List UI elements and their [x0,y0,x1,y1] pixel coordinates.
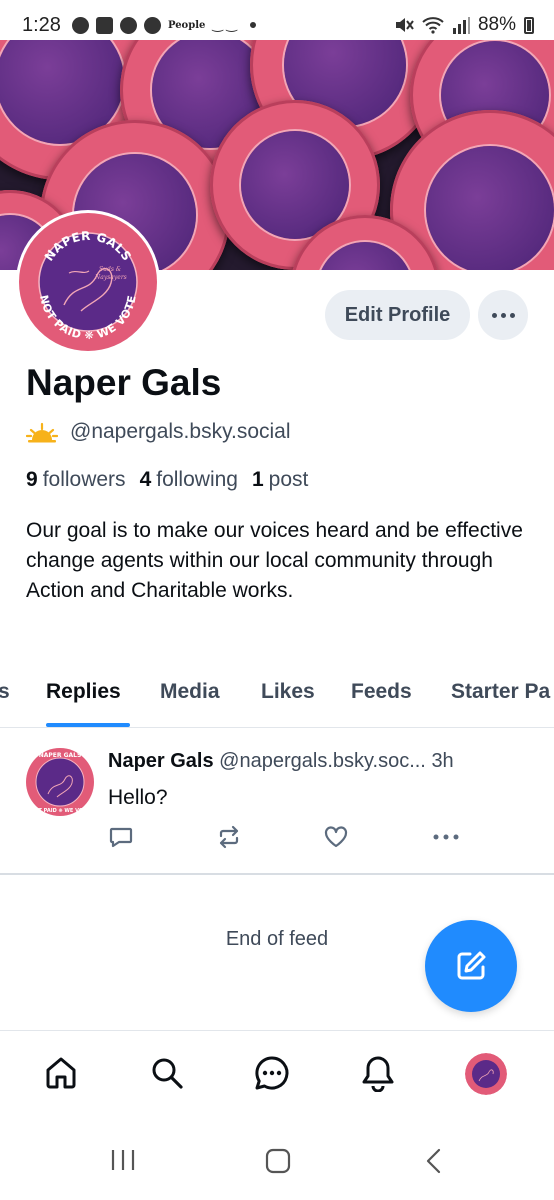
following-link[interactable]: 4 following [140,468,238,492]
feed-post[interactable]: NAPER GALS NOT PAID ❋ WE VOTE Naper Gals… [0,728,554,875]
people-app-label: People [167,19,206,31]
amazon-smile-icon: ‿ ‿ [212,17,237,32]
speech-bubble-icon [109,827,133,848]
home-system-button[interactable] [265,1148,291,1174]
repost-button[interactable] [216,824,242,850]
post-actions [0,824,554,854]
chevron-left-icon [426,1148,441,1174]
signal-icon [452,16,470,34]
naper-gals-badge-logo [465,1053,507,1095]
ellipsis-icon [491,312,497,318]
repost-arrows-icon [219,825,239,849]
wifi-icon [422,17,444,34]
ellipsis-icon [433,834,459,840]
message-notification-icon [71,16,89,34]
tab-likes[interactable]: Likes [261,680,315,704]
profile-handle: @napergals.bsky.social [70,420,291,443]
profile-avatar[interactable]: NAPER GALS NOT PAID ❋ WE VOTE Suds & Nay… [16,210,160,354]
nav-home[interactable] [41,1053,81,1093]
profile-handle-row: @napergals.bsky.social [26,420,291,444]
bell-icon [362,1056,394,1092]
post-author-avatar[interactable]: NAPER GALS NOT PAID ❋ WE VOTE [26,748,94,816]
messenger-notification-icon [119,16,137,34]
svg-text:NAPER GALS: NAPER GALS [39,752,82,759]
sunrise-icon [26,422,58,443]
edit-profile-button[interactable]: Edit Profile [325,290,470,340]
following-count: 4 [139,468,152,491]
post-text: Hello? [108,786,168,809]
posts-count: 1 [251,468,264,491]
chat-icon [255,1056,289,1090]
post-timestamp[interactable]: 3h [431,750,453,772]
naper-gals-badge-logo: NAPER GALS NOT PAID ❋ WE VOTE [26,748,94,816]
tab-replies[interactable]: Replies [46,680,121,704]
svg-text:NOT PAID ❋ WE VOTE: NOT PAID ❋ WE VOTE [30,808,90,814]
battery-icon [524,16,534,34]
nav-notifications[interactable] [358,1053,398,1093]
nav-chat[interactable] [252,1053,292,1093]
home-square-icon [265,1148,291,1174]
back-button[interactable] [424,1148,444,1174]
heart-icon [324,826,348,848]
status-time: 1:28 [22,13,61,36]
tab-feeds[interactable]: Feeds [351,680,412,704]
profile-display-name: Naper Gals [26,362,222,403]
tab-posts[interactable]: ts [0,680,10,704]
mute-icon [395,18,414,32]
post-author-handle[interactable]: @napergals.bsky.soc... [219,750,426,772]
reply-button[interactable] [108,824,134,850]
post-header: Naper Gals @napergals.bsky.soc... 3h [108,750,454,773]
recent-apps-button[interactable] [110,1148,136,1172]
search-icon [152,1058,183,1089]
compose-icon [457,951,486,980]
recent-apps-icon [111,1150,135,1170]
home-icon [46,1057,76,1089]
like-button[interactable] [323,824,349,850]
profile-tabs: ts Replies Media Likes Feeds Starter Pa [0,670,554,728]
posts-stat: 1 post [252,468,308,492]
followers-label: followers [42,468,126,491]
nav-profile-avatar[interactable] [465,1053,507,1095]
battery-percent: 88% [477,14,516,35]
post-more-button[interactable] [431,824,461,850]
post-author-name[interactable]: Naper Gals [108,750,214,772]
followers-count: 9 [26,468,38,491]
tab-starter-packs[interactable]: Starter Pa [451,680,550,704]
following-label: following [156,468,238,491]
naper-gals-badge-logo: NAPER GALS NOT PAID ❋ WE VOTE Suds & Nay… [19,213,157,351]
bottom-navigation [0,1030,554,1122]
profile-stats: 9 followers 4 following 1 post [26,468,308,492]
profile-more-options-button[interactable] [478,290,528,340]
svg-text:Suds &: Suds & [99,266,122,273]
more-notifications-dot-icon [249,22,256,28]
nav-search[interactable] [147,1053,187,1093]
compose-post-button[interactable] [425,920,517,1012]
gallery-notification-icon [95,16,113,34]
tab-media[interactable]: Media [160,680,220,704]
followers-link[interactable]: 9 followers [26,468,126,492]
svg-text:Naysayers: Naysayers [94,274,127,281]
posts-label: post [268,468,309,491]
profile-bio: Our goal is to make our voices heard and… [26,519,523,602]
android-system-navigation [0,1122,554,1200]
settings-notification-icon [143,16,161,34]
